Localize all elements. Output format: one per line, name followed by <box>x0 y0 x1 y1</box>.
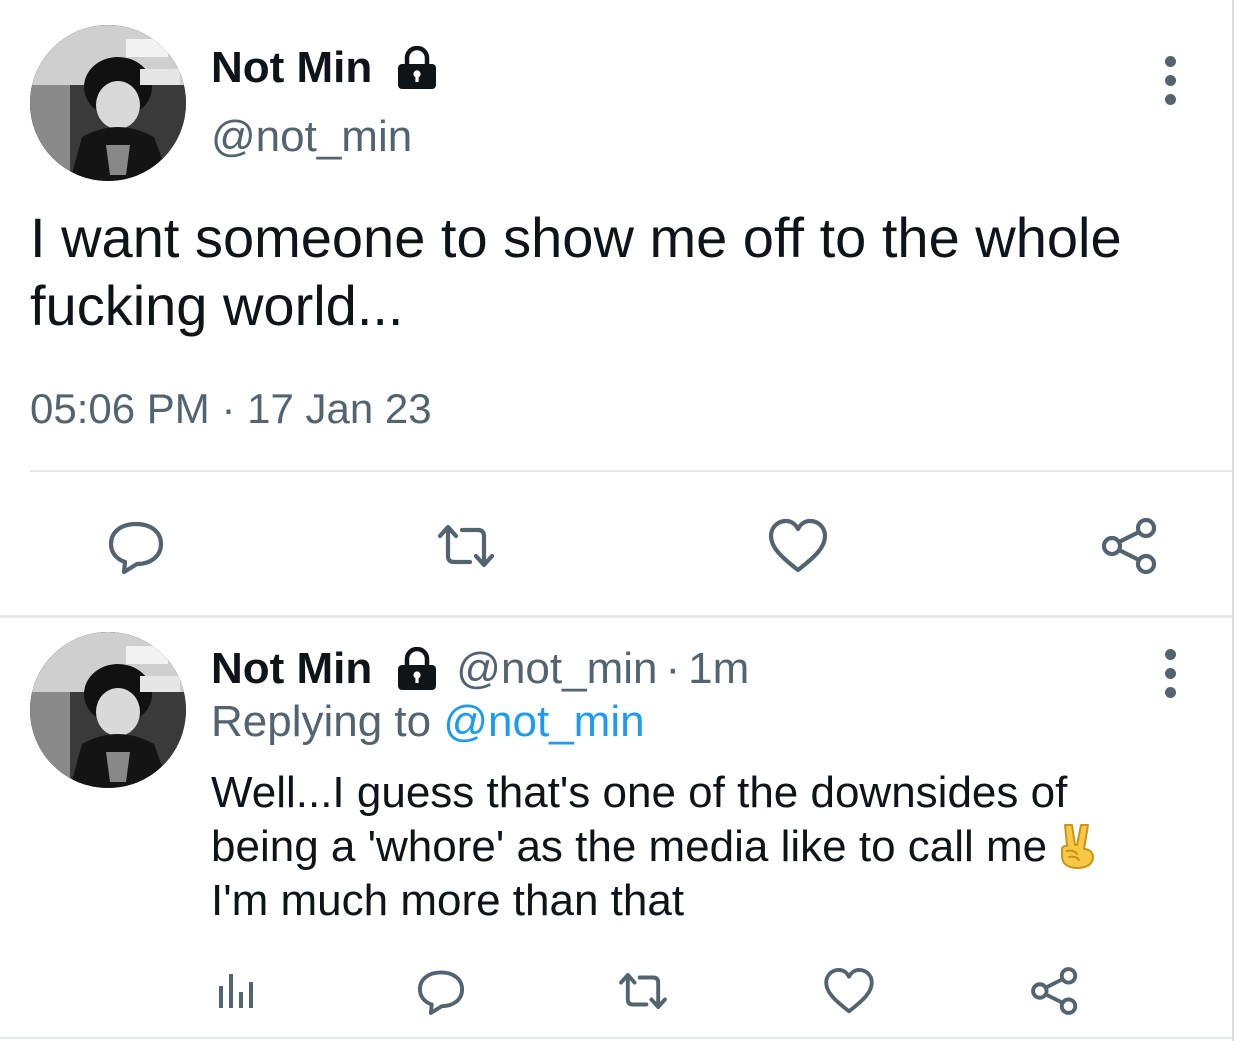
avatar[interactable] <box>30 25 186 181</box>
reply-icon[interactable] <box>414 964 468 1018</box>
reply-header: Not Min @not_min · 1m <box>211 640 749 698</box>
tweet-date: 17 Jan 23 <box>247 385 432 432</box>
tweet-timestamp[interactable]: 05:06 PM · 17 Jan 23 <box>30 385 432 433</box>
retweet-icon[interactable] <box>434 514 498 578</box>
share-icon[interactable] <box>1028 964 1082 1018</box>
tweet-text-line: I'm much more than that <box>211 876 685 925</box>
heart-icon[interactable] <box>822 964 876 1018</box>
tweet-text-line: being a 'whore' as the media like to cal… <box>211 820 1211 874</box>
handle[interactable]: @not_min <box>456 644 657 694</box>
reply-icon[interactable] <box>104 514 168 578</box>
handle[interactable]: @not_min <box>211 112 412 162</box>
heart-icon[interactable] <box>766 514 830 578</box>
tweet-text: I want someone to show me off to the who… <box>30 206 1122 337</box>
tweet-text-segment: being a 'whore' as the media like to cal… <box>211 822 1048 871</box>
tweet-time[interactable]: 1m <box>688 644 749 694</box>
divider <box>0 1037 1232 1039</box>
more-vertical-icon[interactable] <box>1162 649 1178 698</box>
divider <box>0 615 1232 618</box>
tweet-time: 05:06 PM <box>30 385 210 432</box>
analytics-icon[interactable] <box>212 966 260 1014</box>
avatar[interactable] <box>30 632 186 788</box>
meta-separator: · <box>665 644 681 693</box>
divider <box>30 470 1232 472</box>
replying-to: Replying to @not_min <box>211 697 645 747</box>
display-name[interactable]: Not Min <box>211 644 372 694</box>
avatar-photo <box>30 632 186 788</box>
tweet-text: Well...I guess that's one of the downsid… <box>211 766 1211 928</box>
display-name-row[interactable]: Not Min <box>211 38 438 98</box>
column-border <box>1232 0 1234 1041</box>
victory-hand-emoji <box>1061 824 1095 869</box>
tweet-text-line: Well...I guess that's one of the downsid… <box>211 768 1068 817</box>
more-vertical-icon[interactable] <box>1162 56 1178 105</box>
retweet-icon[interactable] <box>616 964 670 1018</box>
replying-prefix: Replying to <box>211 697 432 746</box>
display-name[interactable]: Not Min <box>211 43 372 93</box>
meta-separator: · <box>221 385 236 432</box>
share-icon[interactable] <box>1098 514 1162 578</box>
replying-to-mention[interactable]: @not_min <box>443 697 644 746</box>
tweet-thread: Not Min @not_min I want someone to show … <box>0 0 1235 1041</box>
avatar-photo <box>30 25 186 181</box>
lock-icon <box>398 647 437 690</box>
lock-icon <box>398 46 437 89</box>
